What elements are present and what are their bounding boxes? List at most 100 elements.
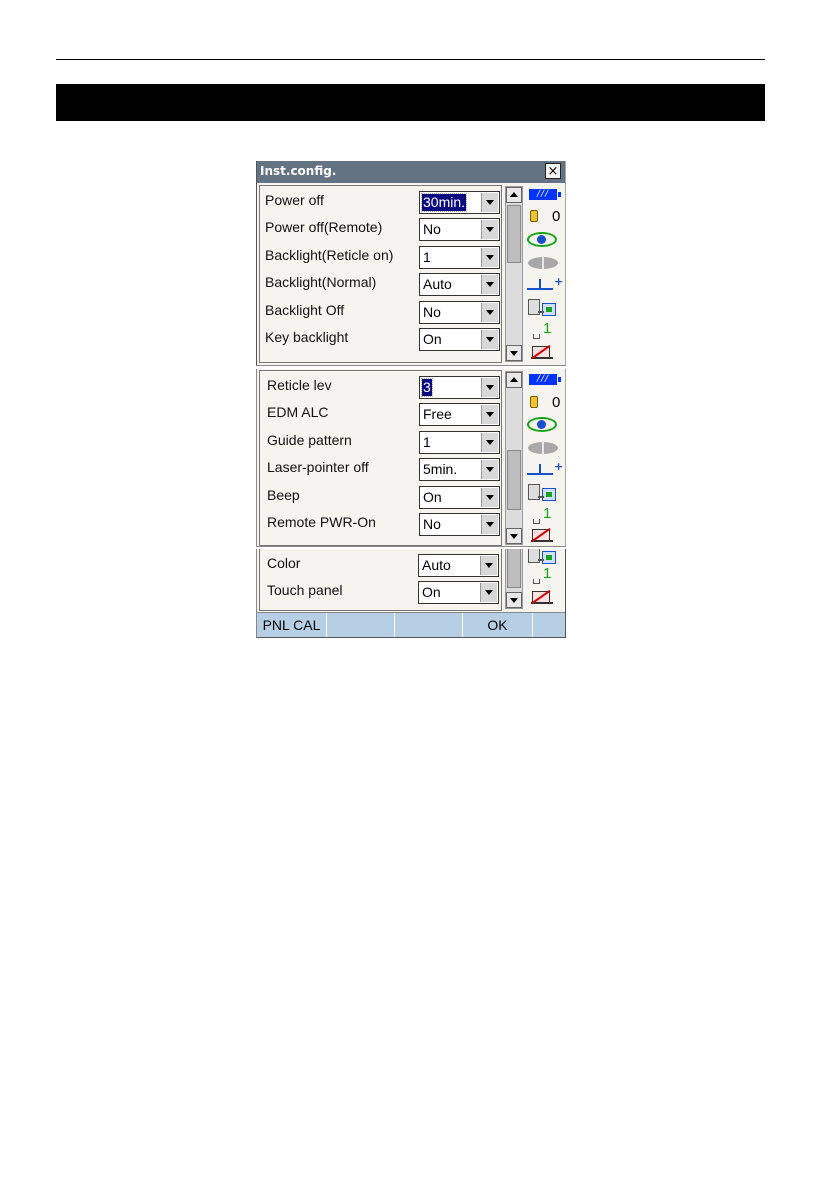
- chevron-down-icon[interactable]: [481, 193, 498, 212]
- battery-status: ///: [525, 372, 565, 392]
- controller-status[interactable]: [525, 484, 565, 504]
- setting-dropdown[interactable]: Free: [419, 403, 500, 426]
- settings-panel: Power off 30min. Power off(Remote) No Ba…: [259, 185, 502, 363]
- scroll-thumb[interactable]: [507, 450, 521, 510]
- settings-panel: Color Auto Touch panel On: [259, 549, 502, 611]
- scroll-up-button[interactable]: [506, 187, 522, 203]
- setting-dropdown[interactable]: No: [419, 301, 500, 324]
- tilt-status[interactable]: [525, 231, 565, 251]
- vertical-scrollbar[interactable]: [505, 186, 523, 362]
- scroll-thumb[interactable]: [507, 205, 521, 263]
- vertical-scrollbar[interactable]: [505, 549, 523, 609]
- setting-dropdown[interactable]: No: [419, 513, 500, 536]
- setting-dropdown[interactable]: 5min.: [419, 458, 500, 481]
- chevron-down-icon[interactable]: [480, 556, 497, 575]
- chevron-down-icon[interactable]: [481, 515, 498, 534]
- chevron-down-icon[interactable]: [481, 220, 498, 239]
- setting-row: Laser-pointer off 5min.: [260, 456, 501, 482]
- softkey-pnl-cal[interactable]: PNL CAL: [257, 613, 327, 637]
- tilt-status[interactable]: [525, 416, 565, 436]
- dropdown-value: 30min.: [420, 193, 468, 212]
- window-title: Inst.config.: [260, 164, 337, 178]
- chevron-down-icon[interactable]: [481, 460, 498, 479]
- chevron-down-icon[interactable]: [481, 433, 498, 452]
- tilt-icon: [527, 417, 557, 432]
- settings-panel: Reticle lev 3 EDM ALC Free Guide pattern…: [259, 370, 502, 546]
- setting-label: Beep: [267, 487, 300, 503]
- telescope-status: [525, 253, 565, 273]
- battery-icon: ///: [529, 374, 561, 385]
- controller-icon: [528, 484, 560, 504]
- setting-row: Remote PWR-On No: [260, 511, 501, 537]
- setting-dropdown[interactable]: On: [419, 486, 500, 509]
- channel-icon: 1: [533, 565, 563, 588]
- scroll-up-button[interactable]: [506, 372, 522, 388]
- setting-dropdown[interactable]: 1: [419, 246, 500, 269]
- setting-dropdown[interactable]: 3: [419, 376, 500, 399]
- softkey-2[interactable]: [327, 613, 395, 637]
- setting-label: Laser-pointer off: [267, 459, 369, 475]
- setting-dropdown[interactable]: Auto: [419, 273, 500, 296]
- dropdown-value: 1: [423, 249, 431, 265]
- setting-label: Backlight(Reticle on): [265, 247, 394, 263]
- chevron-down-icon[interactable]: [481, 303, 498, 322]
- telescope-icon: [528, 442, 558, 454]
- target-icon: +: [527, 275, 563, 293]
- setting-dropdown[interactable]: 30min.: [419, 191, 500, 214]
- prism-status[interactable]: 0: [525, 208, 565, 228]
- softkey-bar: PNL CAL OK: [257, 612, 565, 637]
- chevron-down-icon[interactable]: [481, 405, 498, 424]
- section-header-bar: [56, 84, 765, 121]
- setting-row: Backlight Off No: [260, 299, 501, 325]
- setting-label: Power off: [265, 192, 324, 208]
- prism-status[interactable]: 0: [525, 394, 565, 414]
- memory-status[interactable]: [525, 526, 565, 546]
- channel-status: 1: [525, 565, 565, 588]
- setting-row: Beep On: [260, 484, 501, 510]
- setting-row: Touch panel On: [260, 579, 501, 605]
- memory-status[interactable]: [525, 343, 565, 363]
- setting-row: Power off 30min.: [260, 189, 501, 215]
- scroll-thumb[interactable]: [507, 549, 521, 588]
- prism-constant: 0: [552, 394, 561, 411]
- telescope-status: [525, 438, 565, 458]
- softkey-ok[interactable]: OK: [463, 613, 533, 637]
- telescope-icon: [528, 257, 558, 269]
- target-status[interactable]: +: [525, 275, 565, 295]
- setting-dropdown[interactable]: 1: [419, 431, 500, 454]
- chevron-down-icon[interactable]: [481, 378, 498, 397]
- chevron-down-icon[interactable]: [481, 275, 498, 294]
- dropdown-value: No: [423, 304, 441, 320]
- setting-dropdown[interactable]: Auto: [418, 554, 499, 577]
- close-button[interactable]: ×: [545, 163, 561, 179]
- setting-label: Remote PWR-On: [267, 514, 376, 530]
- screen-inst-config-page3: Color Auto Touch panel On 1 PNL CAL OK: [256, 549, 566, 638]
- target-status[interactable]: +: [525, 460, 565, 480]
- controller-icon: [528, 299, 560, 319]
- setting-dropdown[interactable]: On: [418, 581, 499, 604]
- tilt-icon: [527, 232, 557, 247]
- setting-dropdown[interactable]: On: [419, 328, 500, 351]
- chevron-down-icon[interactable]: [480, 583, 497, 602]
- softkey-5[interactable]: [533, 613, 565, 637]
- setting-dropdown[interactable]: No: [419, 218, 500, 241]
- vertical-scrollbar[interactable]: [505, 371, 523, 545]
- setting-row: Backlight(Normal) Auto: [260, 271, 501, 297]
- chevron-down-icon[interactable]: [481, 488, 498, 507]
- chevron-down-icon[interactable]: [481, 248, 498, 267]
- chevron-down-icon[interactable]: [481, 330, 498, 349]
- scroll-down-button[interactable]: [506, 592, 522, 608]
- dropdown-value: No: [423, 516, 441, 532]
- setting-label: EDM ALC: [267, 404, 329, 420]
- dropdown-value: On: [423, 489, 442, 505]
- scroll-down-button[interactable]: [506, 345, 522, 361]
- channel-icon: 1: [533, 320, 563, 343]
- softkey-3[interactable]: [395, 613, 463, 637]
- channel-status: 1: [525, 505, 565, 528]
- channel-number: 1: [543, 505, 552, 522]
- memory-status[interactable]: [525, 588, 565, 608]
- controller-status[interactable]: [525, 299, 565, 319]
- status-column: 1: [525, 549, 565, 611]
- scroll-down-button[interactable]: [506, 528, 522, 544]
- memory-card-icon: [531, 529, 553, 542]
